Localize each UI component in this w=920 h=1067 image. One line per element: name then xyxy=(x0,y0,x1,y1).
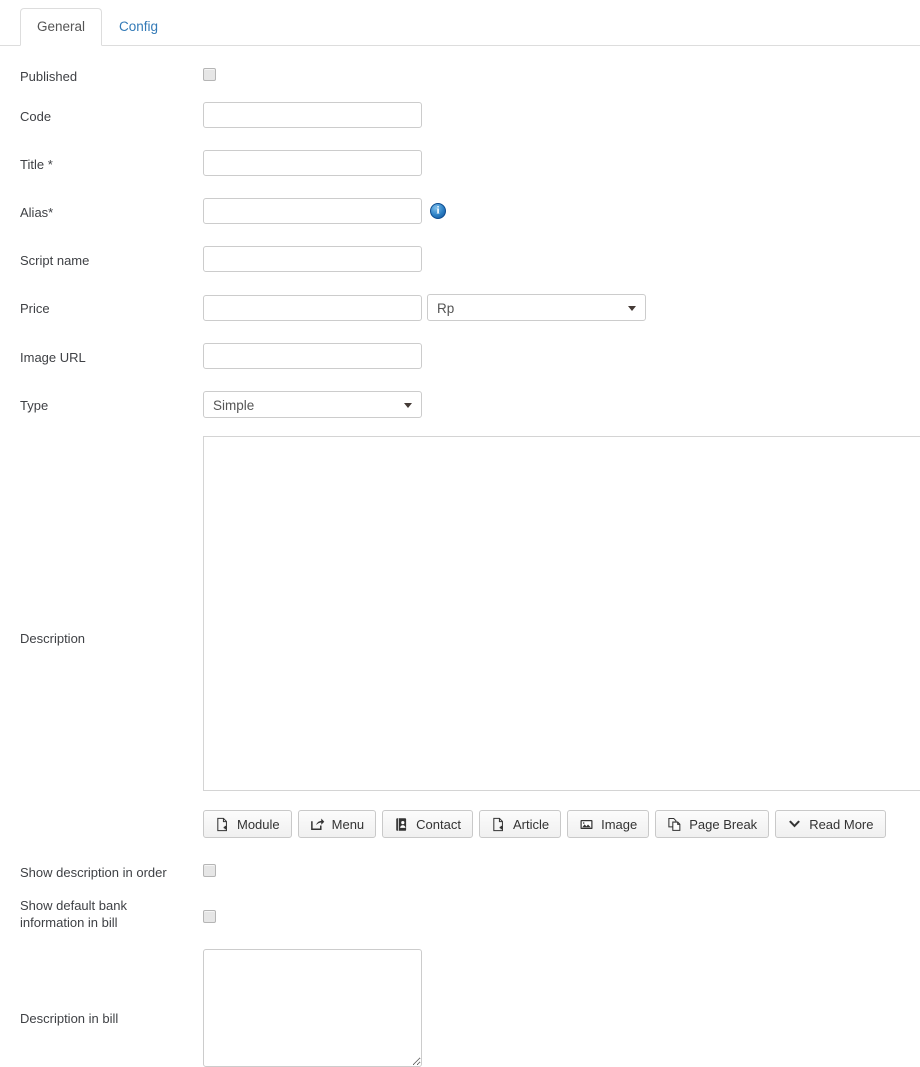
info-circle-icon[interactable] xyxy=(430,203,446,219)
field-row-show-description-in-order: Show description in order xyxy=(0,864,920,881)
image-url-input[interactable] xyxy=(203,343,422,369)
alias-control xyxy=(203,198,920,224)
field-row-script-name: Script name xyxy=(0,246,920,272)
tab-config[interactable]: Config xyxy=(102,8,175,46)
show-default-bank-information-in-bill-checkbox[interactable] xyxy=(203,910,216,923)
tab-bar: General Config xyxy=(0,0,920,46)
insert-menu-label: Menu xyxy=(331,816,365,832)
alias-input[interactable] xyxy=(203,198,422,224)
field-row-description: Description Module Menu Contact Article … xyxy=(0,436,920,838)
tab-general[interactable]: General xyxy=(20,8,103,46)
type-select[interactable]: Simple xyxy=(203,391,422,418)
script-name-input[interactable] xyxy=(203,246,422,272)
field-row-code: Code xyxy=(0,102,920,128)
published-label: Published xyxy=(20,69,78,84)
published-checkbox[interactable] xyxy=(203,68,216,81)
file-plus-icon xyxy=(491,817,506,832)
description-in-bill-textarea[interactable] xyxy=(203,949,422,1067)
alias-label: Alias* xyxy=(20,205,54,220)
price-control: Rp xyxy=(203,294,920,321)
description-editor[interactable] xyxy=(203,436,920,791)
type-control: Simple xyxy=(203,391,920,418)
product-form: Published Code Title * Alias* Script nam… xyxy=(0,68,920,1067)
insert-read-more-button[interactable]: Read More xyxy=(775,810,886,838)
type-label: Type xyxy=(20,398,49,413)
show-default-bank-information-in-bill-label: Show default bank information in bill xyxy=(20,898,127,930)
type-select-value: Simple xyxy=(213,398,255,413)
field-row-type: Type Simple xyxy=(0,391,920,418)
show-description-in-order-control xyxy=(203,864,920,877)
currency-select-value: Rp xyxy=(437,301,455,316)
description-in-bill-label: Description in bill xyxy=(20,1011,119,1026)
show-description-in-order-checkbox[interactable] xyxy=(203,864,216,877)
chevron-down-icon xyxy=(787,817,802,832)
show-description-in-order-label: Show description in order xyxy=(20,865,167,880)
published-control xyxy=(203,68,920,81)
field-row-show-default-bank-information-in-bill: Show default bank information in bill xyxy=(0,897,920,931)
tab-config-label: Config xyxy=(119,19,159,34)
tab-list: General Config xyxy=(20,0,920,46)
insert-article-button[interactable]: Article xyxy=(478,810,562,838)
tab-general-label: General xyxy=(37,19,86,34)
copy-pages-icon xyxy=(667,817,682,832)
insert-page-break-label: Page Break xyxy=(689,816,758,832)
field-row-price: Price Rp xyxy=(0,294,920,321)
editor-toolbar: Module Menu Contact Article Image Page B… xyxy=(203,810,920,838)
insert-page-break-button[interactable]: Page Break xyxy=(655,810,770,838)
insert-contact-label: Contact xyxy=(416,816,461,832)
field-row-title: Title * xyxy=(0,150,920,176)
code-label: Code xyxy=(20,109,52,124)
insert-image-label: Image xyxy=(601,816,638,832)
script-name-control xyxy=(203,246,920,272)
field-row-description-in-bill: Description in bill xyxy=(0,949,920,1067)
code-control xyxy=(203,102,920,128)
insert-module-label: Module xyxy=(237,816,280,832)
price-input[interactable] xyxy=(203,294,422,321)
description-label: Description xyxy=(20,631,86,646)
show-default-bank-information-in-bill-control xyxy=(203,897,920,923)
insert-image-button[interactable]: Image xyxy=(567,810,650,838)
insert-menu-button[interactable]: Menu xyxy=(297,810,377,838)
field-row-image-url: Image URL xyxy=(0,343,920,369)
file-plus-icon xyxy=(215,817,230,832)
insert-article-label: Article xyxy=(512,816,550,832)
picture-icon xyxy=(579,817,594,832)
title-input[interactable] xyxy=(203,150,422,176)
insert-module-button[interactable]: Module xyxy=(203,810,292,838)
script-name-label: Script name xyxy=(20,253,90,268)
share-export-icon xyxy=(310,817,325,832)
chevron-down-icon xyxy=(404,402,412,408)
image-url-label: Image URL xyxy=(20,350,86,365)
insert-read-more-label: Read More xyxy=(809,816,874,832)
price-label: Price xyxy=(20,301,50,316)
address-book-icon xyxy=(394,817,409,832)
chevron-down-icon xyxy=(628,305,636,311)
field-row-published: Published xyxy=(0,68,920,85)
title-label: Title * xyxy=(20,157,53,172)
code-input[interactable] xyxy=(203,102,422,128)
image-url-control xyxy=(203,343,920,369)
title-control xyxy=(203,150,920,176)
insert-contact-button[interactable]: Contact xyxy=(382,810,473,838)
currency-select[interactable]: Rp xyxy=(427,294,646,321)
field-row-alias: Alias* xyxy=(0,198,920,224)
